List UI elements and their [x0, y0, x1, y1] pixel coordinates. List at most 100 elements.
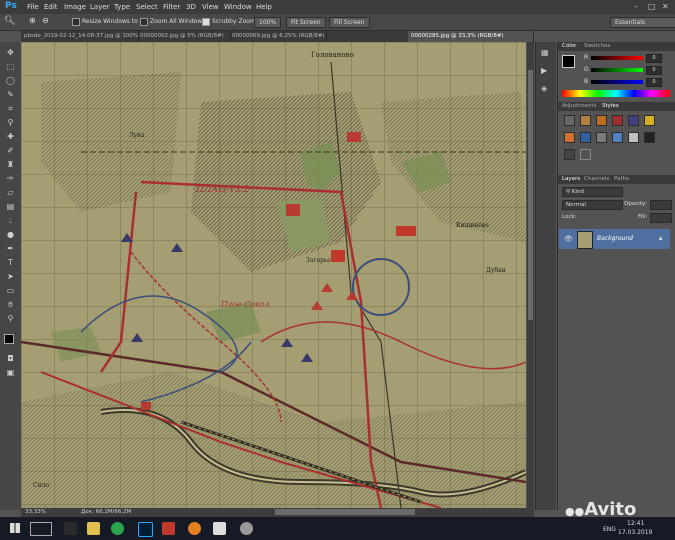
- quick-select-tool-icon[interactable]: ✎: [6, 90, 15, 99]
- style-swatch-13[interactable]: [564, 149, 575, 160]
- history-panel-icon[interactable]: ▦: [541, 48, 549, 57]
- zoom-100-button[interactable]: 100%: [254, 17, 282, 28]
- style-swatch-10[interactable]: [612, 132, 623, 143]
- tab-layers[interactable]: Layers: [562, 176, 580, 182]
- menu-filter[interactable]: Filter: [163, 3, 180, 11]
- hand-tool-icon[interactable]: ✋︎: [6, 300, 15, 309]
- horizontal-scroll-thumb[interactable]: [275, 509, 415, 515]
- style-swatch-12[interactable]: [644, 132, 655, 143]
- file-explorer-icon[interactable]: [87, 522, 100, 535]
- foreground-color-chip[interactable]: [562, 55, 575, 68]
- tab-styles[interactable]: Styles: [602, 103, 619, 109]
- color-spectrum[interactable]: [562, 90, 670, 97]
- whatsapp-icon[interactable]: [111, 522, 124, 535]
- document-canvas[interactable]: Голованово ПЛАЦ-13.2 Загорье Пгое Сокол …: [21, 42, 526, 508]
- brush-tool-icon[interactable]: ✐: [6, 146, 15, 155]
- tab-swatches[interactable]: Swatches: [584, 43, 610, 49]
- zoom-tool-icon[interactable]: 🔍︎: [4, 16, 15, 26]
- history-brush-tool-icon[interactable]: ✑: [6, 174, 15, 183]
- menu-window[interactable]: Window: [224, 3, 252, 11]
- vertical-scroll-thumb[interactable]: [528, 70, 533, 320]
- blue-value[interactable]: 0: [646, 78, 662, 87]
- scrubby-zoom-checkbox[interactable]: [202, 18, 210, 26]
- workspace-select[interactable]: Essentials: [610, 17, 675, 28]
- move-tool-icon[interactable]: ✥: [6, 48, 15, 57]
- marquee-tool-icon[interactable]: ⬚: [6, 62, 15, 71]
- path-select-tool-icon[interactable]: ➤: [6, 272, 15, 281]
- stamp-tool-icon[interactable]: ♜: [6, 160, 15, 169]
- tab-channels[interactable]: Channels: [584, 176, 609, 182]
- shape-tool-icon[interactable]: ▭: [6, 286, 15, 295]
- style-swatch-11[interactable]: [628, 132, 639, 143]
- foreground-color-swatch[interactable]: [4, 334, 14, 344]
- zoom-tool-icon[interactable]: ⚲: [6, 314, 15, 323]
- layer-row-background[interactable]: 👁︎ Background 🔒︎: [559, 229, 670, 249]
- tab-document-2[interactable]: 00000002.jpg @ 5% (RGB/8#): [137, 31, 231, 42]
- tab-document-3[interactable]: 00000069.jpg @ 6.25% (RGB/8#): [229, 31, 327, 42]
- fill-screen-button[interactable]: Fill Screen: [329, 17, 370, 28]
- opacity-input[interactable]: [650, 200, 672, 210]
- quick-mask-icon[interactable]: ◘: [6, 354, 15, 363]
- fit-screen-button[interactable]: Fit Screen: [286, 17, 326, 28]
- zoom-in-icon[interactable]: ⊕: [29, 16, 36, 25]
- tab-color[interactable]: Color: [562, 43, 576, 49]
- minimize-button[interactable]: –: [634, 2, 638, 11]
- style-swatch-5[interactable]: [628, 115, 639, 126]
- blur-tool-icon[interactable]: 💧︎: [6, 216, 15, 225]
- menu-image[interactable]: Image: [64, 3, 86, 11]
- layer-kind-filter[interactable]: ⚲ Kind: [562, 187, 623, 197]
- tab-adjustments[interactable]: Adjustments: [562, 103, 596, 109]
- style-swatch-2[interactable]: [580, 115, 591, 126]
- style-swatch-14[interactable]: [580, 149, 591, 160]
- blue-slider[interactable]: [591, 80, 643, 84]
- acrobat-icon[interactable]: [162, 522, 175, 535]
- photoshop-taskbar-icon[interactable]: [138, 522, 153, 537]
- green-slider[interactable]: [591, 68, 643, 72]
- red-value[interactable]: 0: [646, 54, 662, 63]
- brush-panel-icon[interactable]: ◈: [541, 84, 547, 93]
- eyedropper-tool-icon[interactable]: ⚲: [6, 118, 15, 127]
- eraser-tool-icon[interactable]: ▱: [6, 188, 15, 197]
- clock-date[interactable]: 17.03.2019: [618, 529, 652, 536]
- menu-select[interactable]: Select: [136, 3, 158, 11]
- blend-mode-select[interactable]: Normal: [562, 200, 623, 210]
- style-swatch-1[interactable]: [564, 115, 575, 126]
- green-value[interactable]: 0: [646, 66, 662, 75]
- menu-3d[interactable]: 3D: [186, 3, 196, 11]
- menu-layer[interactable]: Layer: [90, 3, 110, 11]
- zoom-readout[interactable]: 33,33%: [25, 509, 46, 515]
- maximize-button[interactable]: □: [648, 2, 656, 11]
- close-button[interactable]: ✕: [662, 2, 669, 11]
- app-icon-2[interactable]: [240, 522, 253, 535]
- dodge-tool-icon[interactable]: ●: [6, 230, 15, 239]
- menu-file[interactable]: File: [27, 3, 39, 11]
- gradient-tool-icon[interactable]: ▤: [6, 202, 15, 211]
- healing-tool-icon[interactable]: ✚: [6, 132, 15, 141]
- tab-document-active[interactable]: 00000285.jpg @ 33,3% (RGB/8#): [408, 31, 534, 42]
- style-swatch-6[interactable]: [644, 115, 655, 126]
- edge-icon[interactable]: [64, 522, 77, 535]
- type-tool-icon[interactable]: T: [6, 258, 15, 267]
- clock-time[interactable]: 12:41: [627, 520, 644, 527]
- visibility-eye-icon[interactable]: 👁︎: [564, 235, 573, 243]
- menu-type[interactable]: Type: [114, 3, 130, 11]
- menu-help[interactable]: Help: [256, 3, 272, 11]
- tab-paths[interactable]: Paths: [614, 176, 629, 182]
- fill-input[interactable]: [650, 213, 672, 223]
- task-view-icon[interactable]: [30, 522, 52, 536]
- app-icon[interactable]: [213, 522, 226, 535]
- style-swatch-7[interactable]: [564, 132, 575, 143]
- red-slider[interactable]: [591, 56, 643, 60]
- resize-windows-checkbox[interactable]: [72, 18, 80, 26]
- pen-tool-icon[interactable]: ✒: [6, 244, 15, 253]
- screen-mode-icon[interactable]: ▣: [6, 368, 15, 377]
- properties-panel-icon[interactable]: ▶: [541, 66, 547, 75]
- language-indicator[interactable]: ENG: [603, 526, 616, 533]
- zoom-out-icon[interactable]: ⊖: [42, 16, 49, 25]
- zoom-all-checkbox[interactable]: [140, 18, 148, 26]
- windows-start-icon[interactable]: [10, 523, 20, 533]
- style-swatch-9[interactable]: [596, 132, 607, 143]
- style-swatch-4[interactable]: [612, 115, 623, 126]
- firefox-icon[interactable]: [188, 522, 201, 535]
- crop-tool-icon[interactable]: ⌗: [6, 104, 15, 113]
